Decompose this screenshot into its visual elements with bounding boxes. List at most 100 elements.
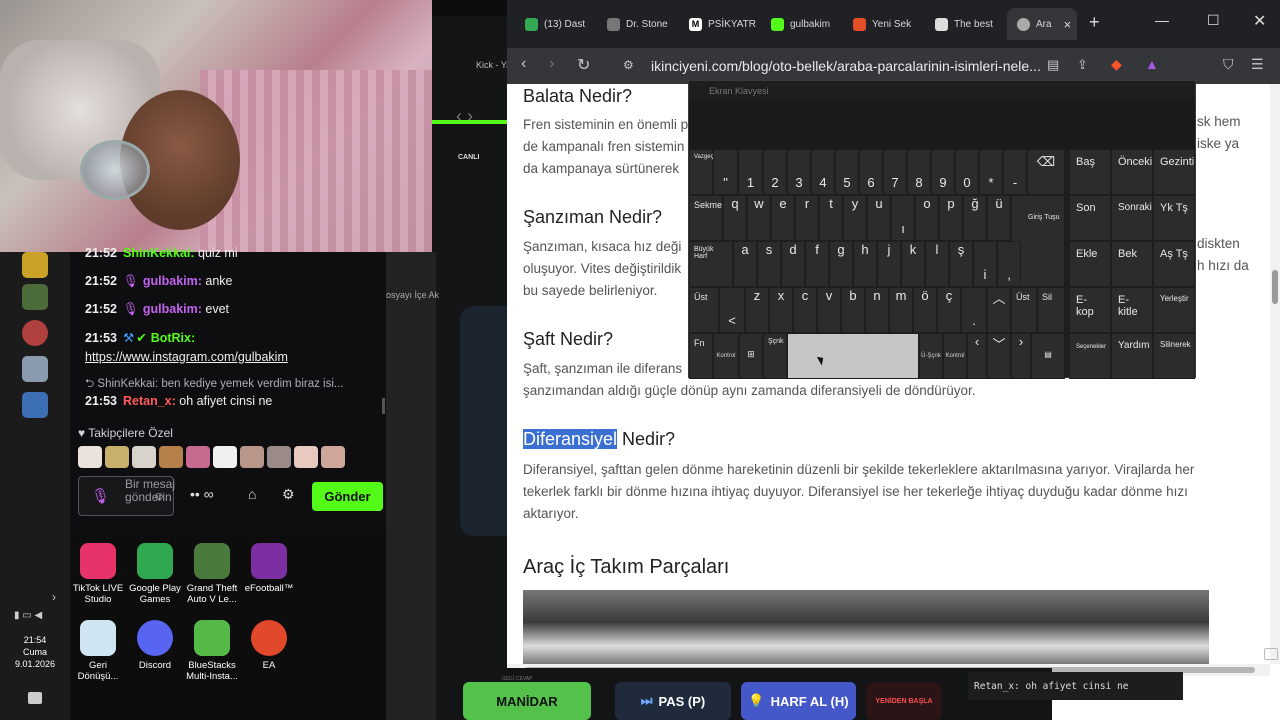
backspace-key[interactable]: ⌫ (1027, 149, 1065, 195)
emote[interactable] (240, 446, 264, 468)
emote[interactable] (78, 446, 102, 468)
reader-icon[interactable]: ▤ (1047, 57, 1059, 73)
arrow-down-key[interactable]: ﹀ (987, 333, 1011, 379)
key-delete[interactable]: Sil (1037, 287, 1065, 333)
microphone-icon[interactable]: 🎙 (91, 487, 110, 505)
desktop-icon-tiktok[interactable]: TikTok LIVE Studio (68, 543, 128, 605)
key[interactable]: , (997, 241, 1021, 287)
chat-message-input[interactable]: 🎙 Bir mesaj gönderin ☺ (78, 476, 175, 516)
key[interactable]: n (865, 287, 889, 333)
emote[interactable] (321, 446, 345, 468)
menu-key[interactable]: ▤ (1031, 333, 1065, 379)
menu-icon[interactable]: ☰ (1251, 56, 1264, 73)
highlighted-text[interactable]: Diferansiyel (523, 429, 618, 449)
emote[interactable] (267, 446, 291, 468)
browser-tab[interactable]: Dr. Stone (597, 8, 675, 40)
vpn-icon[interactable]: ⛉ (1223, 56, 1234, 73)
chat-user[interactable]: Retan_x: (123, 394, 176, 408)
taskbar-clock[interactable]: 21:54 Cuma 9.01.2026 (0, 634, 70, 670)
store-icon[interactable]: ⌂ (248, 486, 256, 502)
key[interactable]: m (889, 287, 913, 333)
rewards-icon[interactable]: ▲ (1145, 56, 1159, 72)
key[interactable]: l (925, 241, 949, 287)
desktop-icon-google-play[interactable]: Google Play Games (125, 543, 185, 605)
nav-key[interactable]: Aş Tş (1153, 241, 1195, 287)
key[interactable]: j (877, 241, 901, 287)
address-bar[interactable]: ikinciyeni.com/blog/oto-bellek/araba-par… (651, 52, 1079, 80)
key-fn[interactable]: Fn (689, 333, 713, 379)
brave-shield-icon[interactable]: ◆ (1111, 56, 1122, 73)
maximize-button[interactable]: ☐ (1207, 12, 1220, 29)
hint-letter-button[interactable]: 💡 HARF AL (H) (741, 682, 856, 720)
taskbar-app-icon[interactable] (22, 284, 48, 310)
nav-key[interactable]: Seçenekler (1069, 333, 1111, 379)
key[interactable]: w (747, 195, 771, 241)
key[interactable]: r (795, 195, 819, 241)
chat-user[interactable]: gulbakim: (143, 302, 202, 316)
desktop-icon-gta[interactable]: Grand Theft Auto V Le... (182, 543, 242, 605)
key[interactable]: ç (937, 287, 961, 333)
emote[interactable] (132, 446, 156, 468)
browser-tab-active[interactable]: Ara × (1007, 8, 1077, 40)
key[interactable]: " (713, 149, 738, 195)
tray-icons[interactable]: ▮ ▭ ◀ (14, 610, 42, 621)
chat-scrollbar[interactable] (382, 398, 385, 414)
key[interactable]: ö (913, 287, 937, 333)
chat-user[interactable]: gulbakim: (143, 274, 202, 288)
key[interactable]: c (793, 287, 817, 333)
notification-icon[interactable] (28, 692, 42, 704)
key[interactable]: ı (891, 195, 915, 241)
emote[interactable] (159, 446, 183, 468)
key[interactable]: h (853, 241, 877, 287)
new-tab-button[interactable]: + (1089, 12, 1100, 33)
nav-key[interactable]: Bek (1111, 241, 1153, 287)
desktop-icon-recycle-bin[interactable]: Geri Dönüşü... (68, 620, 128, 682)
nav-key[interactable]: Gezinti (1153, 149, 1195, 195)
browser-tab[interactable]: The best (925, 8, 1003, 40)
key[interactable]: - (1003, 149, 1027, 195)
key[interactable]: ü (987, 195, 1011, 241)
key-alt[interactable]: Şçnk (763, 333, 787, 379)
nav-key[interactable]: Ekle (1069, 241, 1111, 287)
desktop-icon-bluestacks[interactable]: BlueStacks Multi-Insta... (182, 620, 242, 682)
back-icon[interactable]: ‹ (521, 55, 526, 73)
key[interactable]: 4 (811, 149, 835, 195)
gear-icon[interactable]: ⚙ (282, 486, 295, 503)
key[interactable]: a (733, 241, 757, 287)
nav-key[interactable]: Baş (1069, 149, 1111, 195)
key[interactable]: s (757, 241, 781, 287)
bg-tab-label[interactable]: Kick - Ya (432, 54, 512, 78)
restart-button[interactable]: YENİDEN BAŞLA (866, 682, 942, 720)
emote-picker-icon[interactable]: •• ∞ (190, 486, 214, 502)
key[interactable]: f (805, 241, 829, 287)
emote[interactable] (186, 446, 210, 468)
key[interactable]: v (817, 287, 841, 333)
key-esc[interactable]: Vazgeç (689, 149, 714, 195)
key[interactable]: 5 (835, 149, 859, 195)
key[interactable]: t (819, 195, 843, 241)
browser-tab[interactable]: gulbakim (761, 8, 839, 40)
key[interactable]: ğ (963, 195, 987, 241)
emote[interactable] (213, 446, 237, 468)
chat-user[interactable]: ShinKekkai: (123, 246, 195, 260)
key-space[interactable] (787, 333, 919, 379)
key[interactable]: 2 (763, 149, 787, 195)
key[interactable]: k (901, 241, 925, 287)
nav-key[interactable]: E-kitle (1111, 287, 1153, 333)
key[interactable]: 3 (787, 149, 811, 195)
nav-key[interactable]: Yardım (1111, 333, 1153, 379)
key[interactable]: y (843, 195, 867, 241)
browser-tab[interactable]: M PSİKYATR (679, 8, 757, 40)
taskbar-app-icon[interactable] (22, 392, 48, 418)
key[interactable]: ş (949, 241, 973, 287)
nav-key[interactable]: Son (1069, 195, 1111, 241)
pass-button[interactable]: ⏭ PAS (P) (615, 682, 731, 720)
close-tab-icon[interactable]: × (1064, 17, 1072, 32)
taskbar-app-icon[interactable] (22, 252, 48, 278)
key[interactable]: 1 (738, 149, 763, 195)
key[interactable]: x (769, 287, 793, 333)
reload-icon[interactable]: ↻ (577, 55, 590, 75)
key[interactable]: 6 (859, 149, 883, 195)
emoji-icon[interactable]: ☺ (153, 489, 165, 503)
key-shift-left[interactable]: Üst (689, 287, 719, 333)
